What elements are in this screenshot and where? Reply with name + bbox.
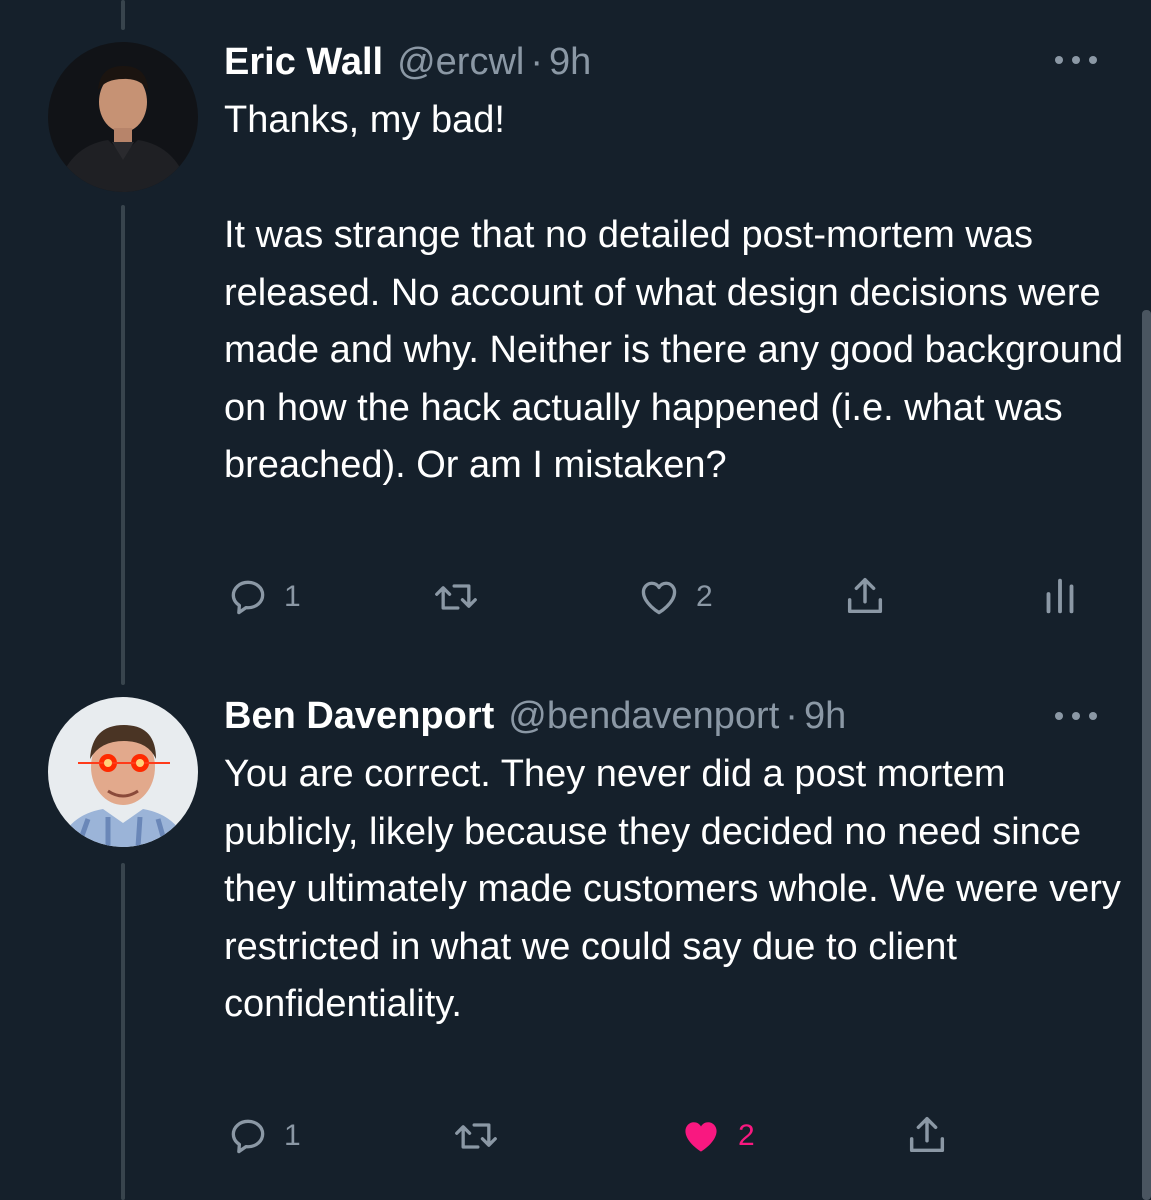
tweet-header: Eric Wall @ercwl · 9h [224,40,591,84]
retweet-icon [455,1123,497,1149]
tweet-header: Ben Davenport @bendavenport · 9h [224,694,846,738]
retweet-button[interactable] [452,1114,514,1158]
retweet-icon [435,584,477,610]
like-count: 2 [738,1119,755,1152]
scrollbar[interactable] [1142,310,1151,1200]
thread-line [121,863,125,1200]
reply-count: 1 [284,1119,301,1152]
like-button[interactable]: 2 [636,575,713,619]
reply-icon [231,1119,265,1154]
reply-button[interactable]: 1 [226,575,301,619]
more-options-icon[interactable] [1055,48,1097,72]
timestamp[interactable]: 9h [549,41,591,84]
share-icon [909,1116,945,1153]
avatar[interactable] [48,42,198,192]
heart-filled-icon [685,1122,717,1152]
tweet-text: Thanks, my bad! It was strange that no d… [224,99,1124,486]
like-count: 2 [696,580,713,613]
timestamp[interactable]: 9h [804,695,846,738]
reply-button[interactable]: 1 [226,1114,301,1158]
share-icon [847,577,883,614]
author-name[interactable]: Ben Davenport [224,695,494,738]
heart-icon [641,581,677,615]
avatar[interactable] [48,697,198,847]
separator: · [785,694,798,737]
separator: · [530,40,543,83]
like-button[interactable]: 2 [678,1114,755,1158]
more-options-icon[interactable] [1055,704,1097,728]
reply-icon [231,580,265,615]
author-name[interactable]: Eric Wall [224,41,383,84]
retweet-button[interactable] [432,575,494,619]
tweet-text: You are correct. They never did a post m… [224,753,1132,1025]
thread-line [121,205,125,685]
reply-count: 1 [284,580,301,613]
analytics-icon [1046,578,1074,614]
author-handle[interactable]: @ercwl [397,41,524,84]
share-button[interactable] [842,573,888,619]
thread-line [121,0,125,30]
share-button[interactable] [904,1112,950,1158]
author-handle[interactable]: @bendavenport [508,695,779,738]
analytics-button[interactable] [1040,573,1080,619]
